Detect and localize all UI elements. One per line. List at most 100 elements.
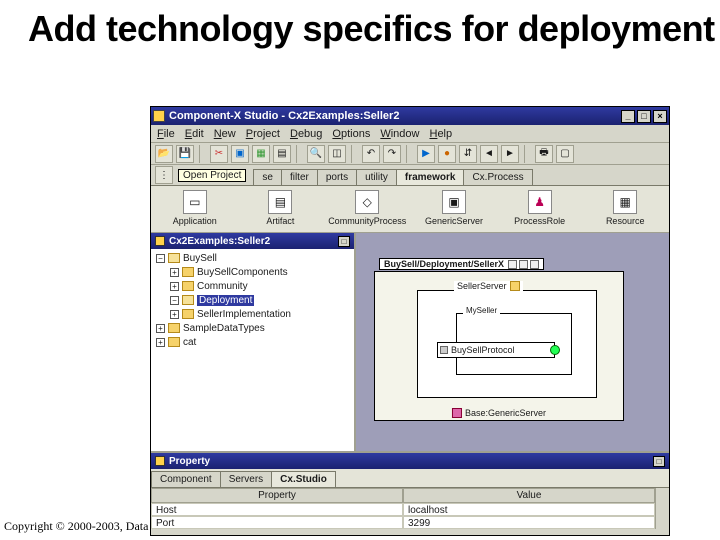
property-tab-component[interactable]: Component	[151, 471, 221, 487]
navigator-max-button[interactable]: □	[338, 236, 350, 247]
print-button[interactable]: 🖶	[535, 145, 553, 163]
property-max-button[interactable]: □	[653, 456, 665, 467]
cut-button[interactable]: ✂	[210, 145, 228, 163]
tree-node-sellerimpl[interactable]: + SellerImplementation	[153, 307, 352, 321]
minimize-button[interactable]: _	[621, 110, 635, 123]
fit-button[interactable]: ◫	[328, 145, 346, 163]
box-button[interactable]: ▢	[556, 145, 574, 163]
value-col-header[interactable]: Value	[403, 488, 655, 503]
palette-tab-filter[interactable]: filter	[281, 169, 318, 185]
expander-icon[interactable]: +	[170, 282, 179, 291]
hierarchy-button[interactable]: ⇵	[459, 145, 477, 163]
palette-item-resource[interactable]: ▦ Resource	[587, 190, 663, 226]
navigator-titlebar[interactable]: Cx2Examples:Seller2 □	[151, 233, 354, 249]
palette-tab-framework[interactable]: framework	[396, 169, 465, 185]
tree-node-cat[interactable]: + cat	[153, 335, 352, 349]
menu-file[interactable]: File	[157, 128, 175, 140]
tooltip-open-project: Open Project	[178, 169, 246, 182]
palette-item-processrole[interactable]: ♟ ProcessRole	[502, 190, 578, 226]
align-button[interactable]: ▤	[273, 145, 291, 163]
palette-item-communityprocess[interactable]: ◇ CommunityProcess	[328, 190, 406, 226]
zoom-button[interactable]: 🔍	[307, 145, 325, 163]
tree-node-deployment[interactable]: − Deployment	[153, 293, 352, 307]
tree-label: SampleDataTypes	[183, 323, 265, 334]
nav-left-button[interactable]: ◄	[480, 145, 498, 163]
port-icon	[440, 346, 448, 354]
save-button[interactable]: 💾	[176, 145, 194, 163]
palette-item-label: Resource	[606, 216, 645, 226]
palette-item-label: Application	[173, 216, 217, 226]
folder-icon	[168, 323, 180, 333]
tree-label: BuySellComponents	[197, 267, 288, 278]
palette-tab-se[interactable]: se	[253, 169, 282, 185]
diagram-frame[interactable]: BuySell/Deployment/SellerX SellerServer …	[374, 271, 624, 421]
menu-debug[interactable]: Debug	[290, 128, 322, 140]
connector-handle[interactable]	[550, 345, 560, 355]
menu-help[interactable]: Help	[429, 128, 452, 140]
tree-node-buysellcomponents[interactable]: + BuySellComponents	[153, 265, 352, 279]
expander-icon[interactable]: −	[170, 296, 179, 305]
grid-button[interactable]: ▦	[252, 145, 270, 163]
tree-node-community[interactable]: + Community	[153, 279, 352, 293]
property-icon	[155, 456, 165, 466]
palette: ⋮ Open Project se filter ports utility f…	[151, 165, 669, 233]
palette-tab-utility[interactable]: utility	[356, 169, 397, 185]
run-button[interactable]: ▶	[417, 145, 435, 163]
property-col-header[interactable]: Property	[151, 488, 403, 503]
diagram-tool-icon[interactable]	[519, 260, 528, 269]
property-value-cell[interactable]: 3299	[403, 516, 655, 529]
nav-right-button[interactable]: ►	[501, 145, 519, 163]
redo-button[interactable]: ↷	[383, 145, 401, 163]
palette-item-genericserver[interactable]: ▣ GenericServer	[416, 190, 492, 226]
protocol-port[interactable]: BuySellProtocol	[437, 342, 555, 358]
palette-handle-icon[interactable]: ⋮	[155, 166, 173, 184]
menu-new[interactable]: New	[214, 128, 236, 140]
server-node[interactable]: SellerServer MySeller BuySellProtocol	[417, 290, 597, 398]
open-button[interactable]: 📂	[155, 145, 173, 163]
property-tab-servers[interactable]: Servers	[220, 471, 272, 487]
diagram-canvas[interactable]: BuySell/Deployment/SellerX SellerServer …	[356, 233, 669, 451]
folder-open-icon	[168, 253, 180, 263]
component-node-label: MySeller	[463, 306, 500, 315]
expander-icon[interactable]: +	[156, 324, 165, 333]
menu-edit[interactable]: Edit	[185, 128, 204, 140]
palette-tab-ports[interactable]: ports	[317, 169, 357, 185]
slide-title: Add technology specifics for deployment	[0, 0, 720, 54]
palette-item-application[interactable]: ▭ Application	[157, 190, 233, 226]
navigator-icon	[155, 236, 165, 246]
titlebar[interactable]: Component-X Studio - Cx2Examples:Seller2…	[151, 107, 669, 125]
project-tree[interactable]: − BuySell + BuySellComponents + Communit…	[151, 249, 354, 451]
tree-label: SellerImplementation	[197, 309, 291, 320]
menubar[interactable]: File Edit New Project Debug Options Wind…	[151, 125, 669, 143]
menu-options[interactable]: Options	[332, 128, 370, 140]
expander-icon[interactable]: +	[170, 310, 179, 319]
palette-item-artifact[interactable]: ▤ Artifact	[243, 190, 319, 226]
property-value-cell[interactable]: localhost	[403, 503, 655, 516]
property-titlebar[interactable]: Property □	[151, 453, 669, 469]
undo-button[interactable]: ↶	[362, 145, 380, 163]
close-button[interactable]: ×	[653, 110, 667, 123]
property-name-cell[interactable]: Port	[151, 516, 403, 529]
tree-node-sampledatatypes[interactable]: + SampleDataTypes	[153, 321, 352, 335]
navigator-title: Cx2Examples:Seller2	[169, 236, 338, 247]
component-node[interactable]: MySeller BuySellProtocol	[456, 313, 572, 375]
diagram-tool-icon[interactable]	[508, 260, 517, 269]
property-name-cell[interactable]: Host	[151, 503, 403, 516]
palette-item-label: Artifact	[266, 216, 294, 226]
diagram-tool-icon[interactable]	[530, 260, 539, 269]
expander-icon[interactable]: +	[170, 268, 179, 277]
maximize-button[interactable]: □	[637, 110, 651, 123]
property-scrollbar[interactable]	[655, 488, 669, 529]
debug-button[interactable]: ●	[438, 145, 456, 163]
property-grid[interactable]: Property Value Host localhost Port 3299	[151, 488, 655, 529]
tree-node-buysell[interactable]: − BuySell	[153, 251, 352, 265]
diagram-path-label[interactable]: BuySell/Deployment/SellerX	[379, 258, 544, 270]
expander-icon[interactable]: +	[156, 338, 165, 347]
menu-window[interactable]: Window	[380, 128, 419, 140]
paint-button[interactable]: ▣	[231, 145, 249, 163]
palette-tab-cxprocess[interactable]: Cx.Process	[463, 169, 532, 185]
menu-project[interactable]: Project	[246, 128, 280, 140]
server-icon	[510, 281, 520, 291]
property-tab-cxstudio[interactable]: Cx.Studio	[271, 471, 336, 487]
expander-icon[interactable]: −	[156, 254, 165, 263]
